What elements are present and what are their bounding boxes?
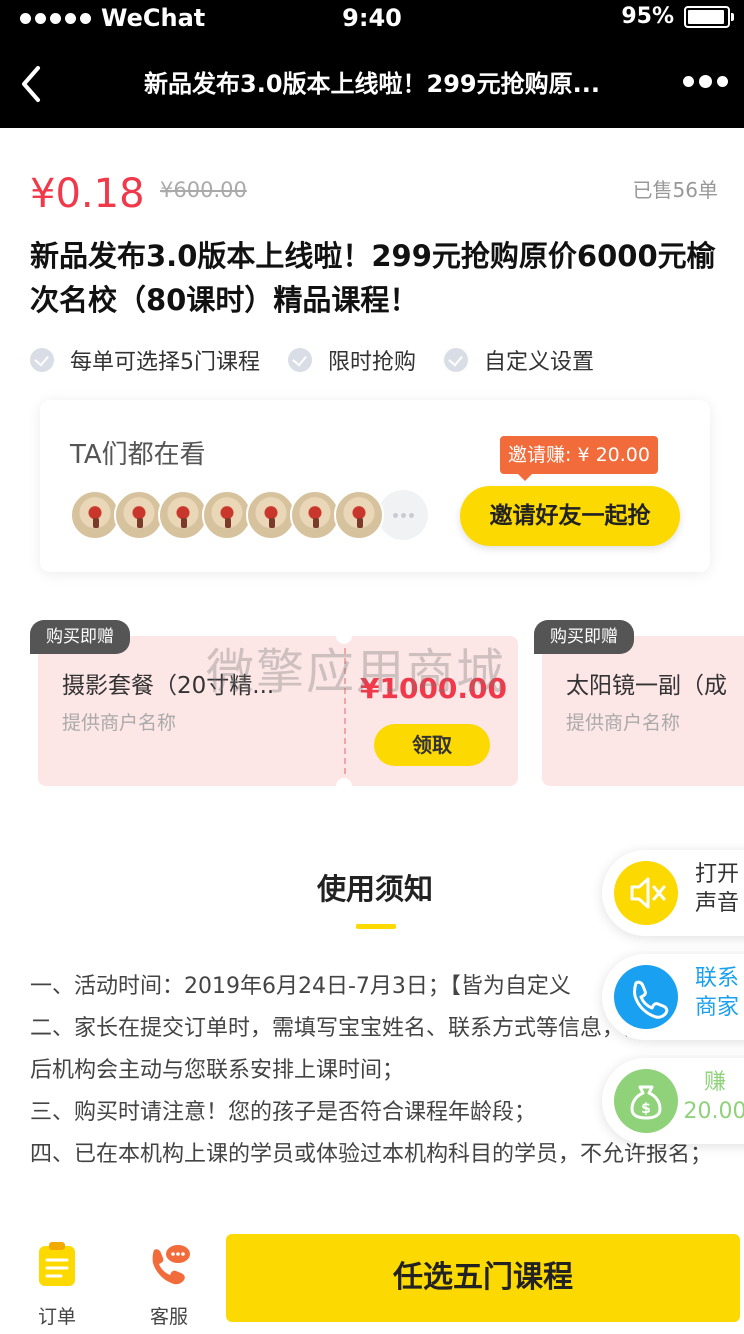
earn-label: 赚 20.00 — [683, 1070, 744, 1124]
sound-toggle-label: 打开 声音 — [694, 862, 739, 916]
check-circle-icon — [444, 348, 469, 372]
buy-button[interactable]: 任选五门课程 — [226, 1234, 740, 1322]
check-circle-icon — [288, 348, 312, 372]
avatar-list[interactable] — [70, 490, 428, 540]
invite-friends-button[interactable]: 邀请好友一起抢 — [460, 486, 680, 546]
avatar — [290, 490, 340, 540]
speaker-mute-icon — [614, 861, 678, 925]
product-title: 新品发布3.0版本上线啦！299元抢购原价6000元榆次名校（80课时）精品课程… — [30, 239, 716, 317]
coupon-notch — [336, 778, 352, 786]
chevron-left-icon — [22, 66, 40, 102]
notice-item: 四、已在本机构上课的学员或体验过本机构科目的学员，不允许报名； — [30, 1142, 713, 1167]
watchers-title: TA们都在看 — [70, 440, 206, 470]
notice-underline — [356, 924, 396, 929]
gift-tag: 购买即赠 — [30, 620, 130, 654]
invite-reward-badge: 邀请赚: ¥ 20.00 — [500, 436, 658, 481]
gift-coupon: 太阳镜一副（成 提供商户名称 — [542, 636, 744, 786]
more-button[interactable] — [683, 75, 728, 88]
avatar — [246, 490, 296, 540]
watchers-card: TA们都在看 邀请赚: ¥ 20.00 邀请好友一起抢 — [40, 400, 710, 572]
contact-merchant-label: 联系 商家 — [694, 966, 739, 1020]
tab-orders-label: 订单 — [37, 1306, 76, 1328]
avatar — [202, 490, 252, 540]
battery-icon — [684, 5, 734, 28]
avatar — [114, 490, 164, 540]
watermark: 微擎应用商城 — [206, 644, 507, 700]
phone-icon — [614, 965, 678, 1029]
more-dot-icon — [717, 76, 728, 87]
service-phone-icon — [152, 1245, 190, 1285]
avatar — [70, 490, 120, 540]
more-avatars-icon[interactable] — [378, 490, 428, 540]
feature-item: 限时抢购 — [288, 344, 416, 376]
original-price: ¥600.00 — [160, 178, 247, 202]
back-button[interactable] — [18, 62, 58, 106]
sound-toggle-button[interactable]: 打开 声音 — [602, 850, 744, 936]
feature-label: 每单可选择5门课程 — [70, 350, 260, 375]
sold-count: 已售56单 — [632, 178, 718, 202]
battery-indicator: 95% — [621, 4, 734, 29]
gift-merchant: 提供商户名称 — [62, 712, 177, 734]
more-dot-icon — [699, 75, 712, 88]
clipboard-icon — [39, 1242, 75, 1286]
claim-gift-button[interactable]: 领取 — [374, 724, 490, 766]
avatar — [158, 490, 208, 540]
avatar — [334, 490, 384, 540]
status-bar: WeChat 9:40 95% — [0, 0, 744, 40]
nav-bar: 新品发布3.0版本上线啦！299元抢购原... — [0, 40, 744, 128]
battery-percent: 95% — [621, 4, 674, 29]
earn-button[interactable]: $ 赚 20.00 — [602, 1058, 744, 1144]
check-circle-icon — [30, 348, 54, 372]
contact-merchant-button[interactable]: 联系 商家 — [602, 954, 744, 1040]
bottom-bar: 订单 客服 任选五门课程 — [0, 1230, 744, 1334]
gift-merchant: 提供商户名称 — [566, 712, 681, 734]
feature-list: 每单可选择5门课程 限时抢购 自定义设置 — [30, 344, 622, 376]
page-title: 新品发布3.0版本上线啦！299元抢购原... — [144, 70, 600, 98]
current-price: ¥0.18 — [30, 171, 145, 217]
feature-label: 限时抢购 — [328, 350, 417, 375]
tab-customer-service-label: 客服 — [149, 1306, 188, 1328]
gift-tag: 购买即赠 — [534, 620, 634, 654]
gift-name: 太阳镜一副（成 — [566, 673, 727, 699]
svg-text:$: $ — [641, 1101, 651, 1117]
feature-label: 自定义设置 — [484, 350, 595, 375]
money-bag-icon: $ — [614, 1069, 678, 1133]
more-dot-icon — [683, 76, 694, 87]
feature-item: 每单可选择5门课程 — [30, 344, 260, 376]
feature-item: 自定义设置 — [444, 344, 594, 376]
